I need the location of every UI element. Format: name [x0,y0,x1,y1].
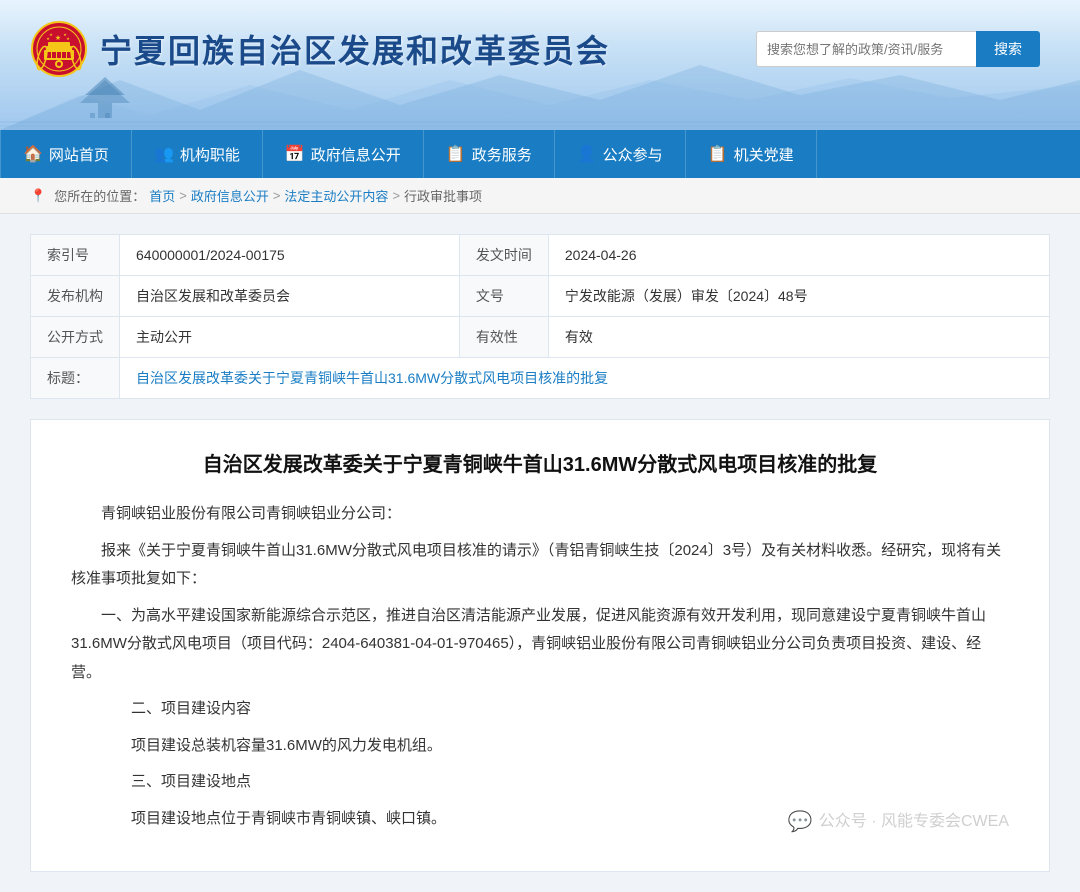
info-table: 索引号 640000001/2024-00175 发文时间 2024-04-26… [30,234,1050,399]
site-title: 宁夏回族自治区发展和改革委员会 [100,26,610,72]
label-doc-title: 标题： [31,358,120,399]
label-index: 索引号 [31,235,120,276]
nav-bar: 🏠 网站首页 👥 机构职能 📅 政府信息公开 📋 政务服务 👤 公众参与 📋 机… [0,130,1080,178]
nav-info-label: 政府信息公开 [311,144,401,165]
value-date: 2024-04-26 [548,235,1049,276]
breadcrumb-home[interactable]: 首页 [149,186,175,205]
nav-info[interactable]: 📅 政府信息公开 [263,130,424,178]
nav-home-label: 网站首页 [49,144,109,165]
svg-text:★: ★ [66,36,70,41]
watermark: 💬 公众号 · 风能专委会CWEA [788,803,1009,841]
table-row: 发布机构 自治区发展和改革委员会 文号 宁发改能源（发展）审发〔2024〕48号 [31,276,1050,317]
value-org: 自治区发展和改革委员会 [120,276,460,317]
label-org: 发布机构 [31,276,120,317]
label-date: 发文时间 [459,235,548,276]
search-button[interactable]: 搜索 [976,31,1040,67]
header: ★ ★ ★ ★ ★ 宁夏回族自治区发展和改革委员会 搜索 [0,0,1080,130]
doc-para-3: 项目建设总装机容量31.6MW的风力发电机组。 [71,732,1009,761]
breadcrumb-sep-1: > [179,188,187,203]
location-icon: 📍 [30,188,46,204]
breadcrumb-current: 行政审批事项 [404,186,482,205]
table-row: 索引号 640000001/2024-00175 发文时间 2024-04-26 [31,235,1050,276]
party-icon: 📋 [708,144,728,164]
calendar-icon: 📅 [285,144,305,164]
label-docnum: 文号 [459,276,548,317]
main-content: 索引号 640000001/2024-00175 发文时间 2024-04-26… [0,214,1080,892]
document-area: 自治区发展改革委关于宁夏青铜峡牛首山31.6MW分散式风电项目核准的批复 青铜峡… [30,419,1050,872]
doc-para-1: 一、为高水平建设国家新能源综合示范区，推进自治区清洁能源产业发展，促进风能资源有… [71,602,1009,688]
label-disclosure: 公开方式 [31,317,120,358]
people-icon: 👤 [577,144,597,164]
nav-functions[interactable]: 👥 机构职能 [132,130,263,178]
nav-party-label: 机关党建 [734,144,794,165]
svg-text:★: ★ [46,36,50,41]
document-body: 青铜峡铝业股份有限公司青铜峡铝业分公司： 报来《关于宁夏青铜峡牛首山31.6MW… [71,500,1009,833]
breadcrumb-sep-2: > [273,188,281,203]
services-icon: 📋 [446,144,466,164]
search-input[interactable] [756,31,976,67]
nav-services[interactable]: 📋 政务服务 [424,130,555,178]
nav-home[interactable]: 🏠 网站首页 [0,130,132,178]
label-validity: 有效性 [459,317,548,358]
breadcrumb-location-label: 您所在的位置： [54,186,145,205]
table-row-title: 标题： 自治区发展改革委关于宁夏青铜峡牛首山31.6MW分散式风电项目核准的批复 [31,358,1050,399]
doc-section-4: 三、项目建设地点 [71,768,1009,797]
value-docnum: 宁发改能源（发展）审发〔2024〕48号 [548,276,1049,317]
breadcrumb-statutory[interactable]: 法定主动公开内容 [284,186,388,205]
doc-section-2: 二、项目建设内容 [71,695,1009,724]
search-area: 搜索 [756,31,1040,67]
breadcrumb-sep-3: > [392,188,400,203]
watermark-text: 公众号 · 风能专委会CWEA [819,807,1009,837]
nav-party[interactable]: 📋 机关党建 [686,130,817,178]
svg-text:★: ★ [55,34,61,42]
home-icon: 🏠 [23,144,43,164]
nav-public[interactable]: 👤 公众参与 [555,130,686,178]
svg-text:★: ★ [49,32,53,37]
org-icon: 👥 [154,144,174,164]
document-title: 自治区发展改革委关于宁夏青铜峡牛首山31.6MW分散式风电项目核准的批复 [71,450,1009,480]
nav-public-label: 公众参与 [603,144,663,165]
value-disclosure: 主动公开 [120,317,460,358]
breadcrumb: 📍 您所在的位置： 首页 > 政府信息公开 > 法定主动公开内容 > 行政审批事… [0,178,1080,214]
doc-para-0: 报来《关于宁夏青铜峡牛首山31.6MW分散式风电项目核准的请示》（青铝青铜峡生技… [71,537,1009,594]
nav-functions-label: 机构职能 [180,144,240,165]
value-doc-title: 自治区发展改革委关于宁夏青铜峡牛首山31.6MW分散式风电项目核准的批复 [120,358,1050,399]
wechat-icon: 💬 [788,803,813,841]
breadcrumb-info[interactable]: 政府信息公开 [191,186,269,205]
logo-area: ★ ★ ★ ★ ★ 宁夏回族自治区发展和改革委员会 [30,20,610,78]
doc-recipient: 青铜峡铝业股份有限公司青铜峡铝业分公司： [71,500,1009,529]
value-validity: 有效 [548,317,1049,358]
nav-services-label: 政务服务 [472,144,532,165]
national-emblem: ★ ★ ★ ★ ★ [30,20,88,78]
value-index: 640000001/2024-00175 [120,235,460,276]
table-row: 公开方式 主动公开 有效性 有效 [31,317,1050,358]
